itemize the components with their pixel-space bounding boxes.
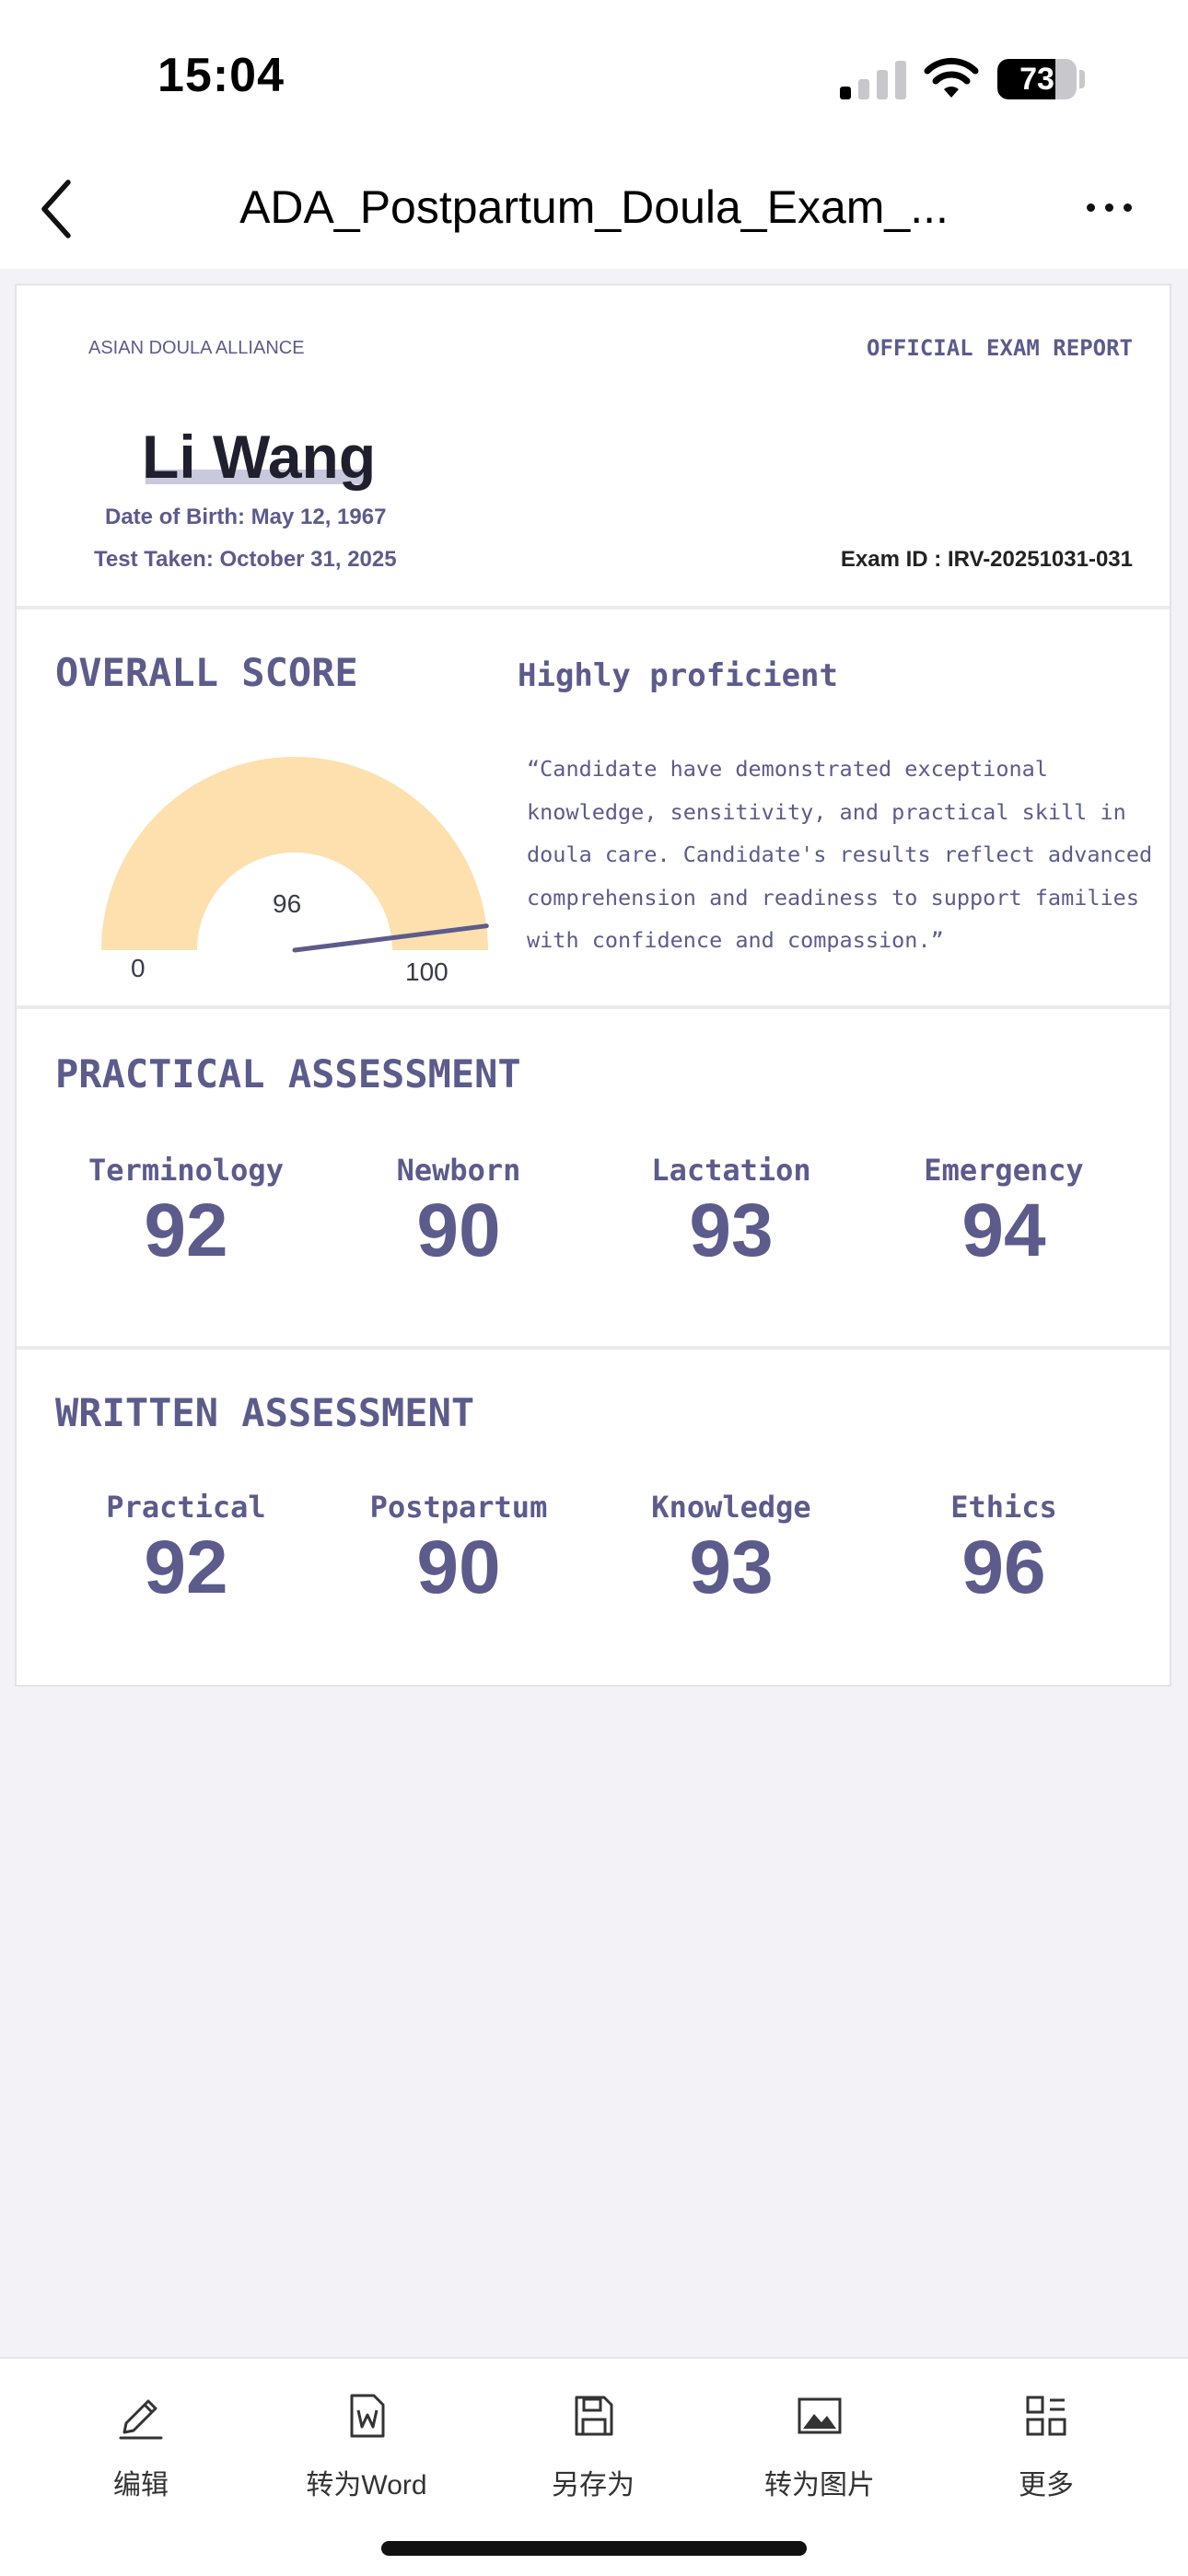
written-item-knowledge: Knowledge 93 [595, 1490, 868, 1611]
written-item-postpartum: Postpartum 90 [322, 1490, 595, 1611]
written-item-practical: Practical 92 [50, 1490, 322, 1611]
category-score: 96 [961, 1526, 1046, 1609]
category-score: 90 [416, 1526, 501, 1609]
practical-assessment-heading: PRACTICAL ASSESSMENT [55, 1051, 521, 1097]
divider [17, 1005, 1170, 1009]
status-time: 15:04 [157, 49, 285, 102]
gauge-max-label: 100 [405, 957, 448, 986]
practical-item-newborn: Newborn 90 [322, 1153, 595, 1274]
category-label: Lactation [651, 1153, 811, 1188]
more-label: 更多 [1019, 2470, 1074, 2501]
category-label: Terminology [88, 1153, 284, 1188]
save-icon [575, 2396, 613, 2436]
exam-id: Exam ID : IRV-20251031-031 [841, 547, 1133, 573]
top-bar: 15:04 73 ADA_Postpartum_Doula_Exam_... [0, 0, 1188, 269]
edit-button[interactable]: 编辑 [40, 2390, 242, 2502]
category-label: Postpartum [369, 1490, 548, 1525]
gauge-arc [101, 757, 488, 950]
category-label: Newborn [396, 1153, 521, 1188]
dob-value: May 12, 1967 [250, 505, 387, 529]
back-chevron-icon[interactable] [35, 175, 81, 243]
written-item-ethics: Ethics 96 [868, 1490, 1140, 1611]
category-score: 92 [144, 1189, 228, 1272]
grid-icon [1026, 2396, 1066, 2436]
date-of-birth: Date of Birth: May 12, 1967 [105, 505, 386, 530]
cellular-signal-icon [840, 61, 906, 99]
report-type: OFFICIAL EXAM REPORT [867, 335, 1133, 361]
battery-percentage: 73 [1019, 62, 1054, 97]
category-score: 94 [961, 1189, 1046, 1272]
written-assessment-heading: WRITTEN ASSESSMENT [55, 1390, 475, 1435]
save-as-label: 另存为 [552, 2470, 635, 2501]
divider [17, 1346, 1170, 1350]
dob-label: Date of Birth: [105, 505, 245, 529]
category-label: Ethics [950, 1490, 1057, 1525]
more-button[interactable]: 更多 [945, 2390, 1147, 2502]
practical-item-terminology: Terminology 92 [50, 1153, 322, 1274]
word-document-icon [350, 2394, 385, 2438]
practical-item-lactation: Lactation 93 [595, 1153, 868, 1274]
convert-to-image-label: 转为图片 [764, 2470, 875, 2501]
category-score: 90 [416, 1189, 501, 1272]
exam-id-value: IRV-20251031-031 [947, 547, 1133, 572]
test-label: Test Taken: [94, 547, 214, 572]
pencil-icon [119, 2399, 163, 2440]
save-as-button[interactable]: 另存为 [492, 2390, 694, 2502]
category-score: 92 [144, 1526, 228, 1609]
practical-item-emergency: Emergency 94 [868, 1153, 1140, 1274]
convert-to-word-button[interactable]: 转为Word [265, 2390, 468, 2502]
exam-id-label: Exam ID : [840, 547, 942, 572]
proficiency-level: Highly proficient [518, 657, 838, 694]
divider [17, 606, 1170, 609]
more-options-icon[interactable] [1077, 189, 1142, 226]
category-score: 93 [689, 1189, 774, 1272]
convert-to-image-button[interactable]: 转为图片 [718, 2390, 921, 2502]
candidate-name: Li Wang [142, 423, 377, 491]
edit-label: 编辑 [113, 2470, 169, 2501]
exam-report-page: ASIAN DOULA ALLIANCE OFFICIAL EXAM REPOR… [15, 284, 1171, 1687]
image-icon [798, 2397, 842, 2434]
category-label: Knowledge [651, 1490, 811, 1525]
home-indicator [381, 2541, 807, 2556]
test-taken: Test Taken: October 31, 2025 [94, 547, 397, 573]
battery-tip [1079, 70, 1085, 88]
category-score: 93 [689, 1526, 774, 1609]
test-value: October 31, 2025 [219, 547, 397, 572]
wifi-icon [924, 57, 979, 98]
document-title: ADA_Postpartum_Doula_Exam_... [239, 181, 949, 233]
category-label: Emergency [924, 1153, 1084, 1188]
gauge-min-label: 0 [131, 954, 146, 982]
convert-to-word-label: 转为Word [306, 2470, 427, 2501]
assessment-quote: “Candidate have demonstrated exceptional… [527, 756, 1153, 953]
organization-name: ASIAN DOULA ALLIANCE [88, 338, 305, 358]
gauge-score: 96 [273, 889, 302, 918]
battery-icon: 73 [997, 59, 1077, 99]
category-label: Practical [106, 1490, 266, 1525]
overall-score-heading: OVERALL SCORE [55, 650, 358, 695]
